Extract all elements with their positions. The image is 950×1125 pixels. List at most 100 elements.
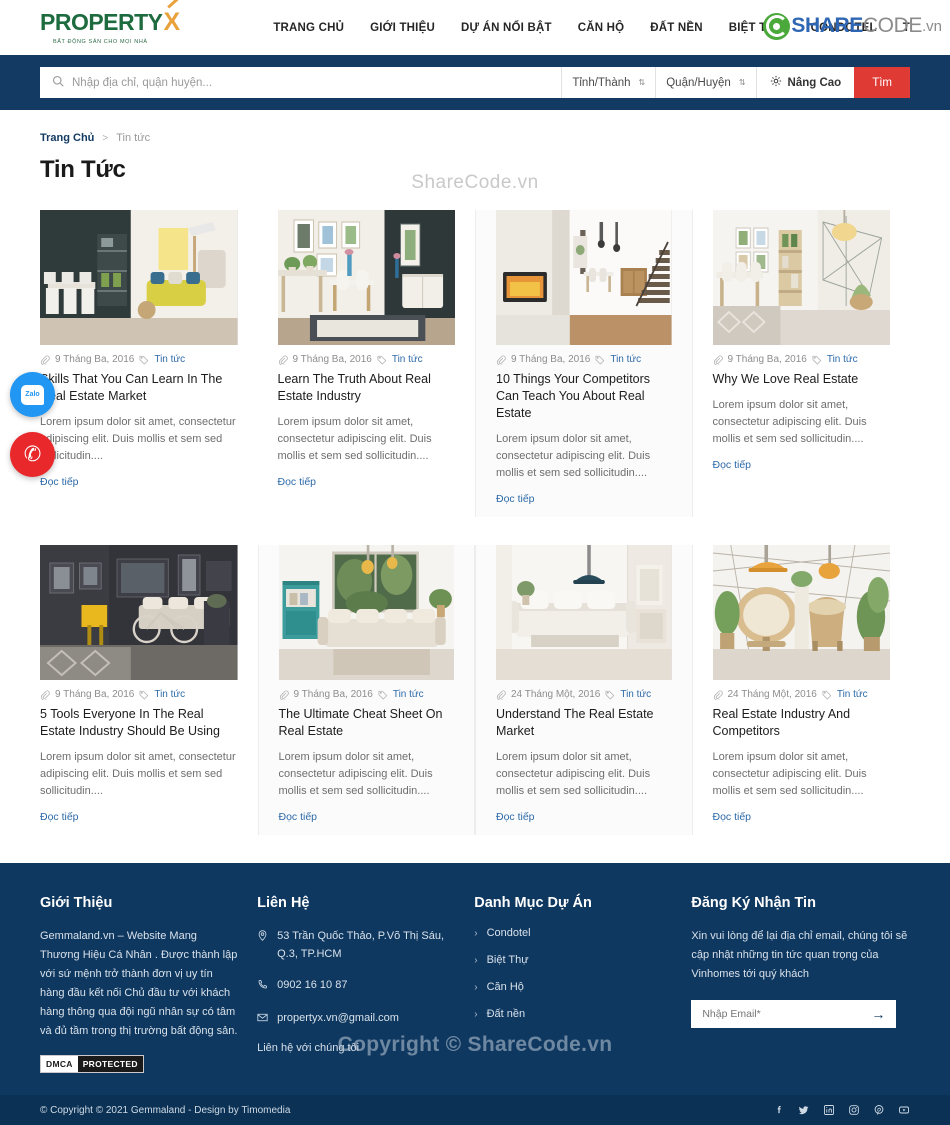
search-input[interactable] — [72, 76, 562, 89]
news-card-meta: 9 Tháng Ba, 2016 Tin tức — [40, 689, 238, 700]
province-select-label: Tỉnh/Thành — [572, 76, 631, 89]
site-logo[interactable]: PROPERTY X BẤT ĐỘNG SẢN CHO MỌI NHÀ — [40, 0, 213, 45]
news-card-thumbnail[interactable] — [496, 210, 672, 345]
search-input-wrapper — [40, 67, 563, 98]
arrow-right-icon[interactable]: → — [871, 1007, 885, 1021]
breadcrumb-separator-icon: > — [102, 132, 109, 144]
footer-contact-title: Liên Hệ — [257, 895, 310, 911]
news-card-title[interactable]: Learn The Truth About Real Estate Indust… — [278, 371, 456, 405]
news-card-date: 9 Tháng Ba, 2016 — [55, 354, 135, 365]
youtube-icon[interactable] — [898, 1104, 910, 1116]
zalo-icon: Zalo — [21, 384, 44, 405]
footer-contact-link[interactable]: Liên hệ với chúng tôi — [257, 1042, 456, 1054]
page-title: Tin Tức — [40, 156, 126, 183]
news-card-category[interactable]: Tin tức — [610, 354, 641, 365]
nav-item-apartments[interactable]: CĂN HỘ — [578, 22, 625, 34]
news-card-read-more-link[interactable]: Đọc tiếp — [278, 476, 317, 488]
news-card-title[interactable]: 5 Tools Everyone In The Real Estate Indu… — [40, 706, 238, 740]
chevron-right-icon: › — [474, 981, 478, 993]
news-card-thumbnail[interactable] — [712, 545, 890, 680]
footer-category-label: Condotel — [486, 927, 531, 939]
pinterest-icon[interactable] — [873, 1104, 885, 1116]
news-card-thumbnail[interactable] — [496, 545, 672, 680]
news-card-category[interactable]: Tin tức — [393, 689, 424, 700]
news-card-title[interactable]: The Ultimate Cheat Sheet On Real Estate — [279, 706, 455, 740]
news-card-meta: 9 Tháng Ba, 2016 Tin tức — [496, 354, 672, 365]
news-card-category[interactable]: Tin tức — [620, 689, 651, 700]
footer-category-land[interactable]: › Đất nền — [474, 1008, 673, 1020]
paperclip-icon — [496, 690, 506, 700]
news-card-category[interactable]: Tin tức — [154, 689, 185, 700]
footer-newsletter-column: Đăng Ký Nhận Tin Xin vui lòng để lại địa… — [691, 895, 910, 1073]
news-card-thumbnail[interactable] — [40, 210, 238, 345]
footer-category-label: Biệt Thự — [486, 954, 529, 966]
news-card-read-more-link[interactable]: Đọc tiếp — [40, 811, 79, 823]
footer-email-row[interactable]: propertyx.vn@gmail.com — [257, 1009, 456, 1029]
news-card-title[interactable]: Real Estate Industry And Competitors — [713, 706, 891, 740]
paperclip-icon — [40, 690, 50, 700]
footer-category-label: Căn Hộ — [486, 981, 524, 993]
news-card-read-more-link[interactable]: Đọc tiếp — [713, 459, 752, 471]
district-select[interactable]: Quận/Huyện ⇅ — [656, 67, 757, 98]
news-card-category[interactable]: Tin tức — [827, 354, 858, 365]
news-card-read-more-link[interactable]: Đọc tiếp — [496, 493, 535, 505]
content-area: Trang Chủ > Tin tức Tin Tức ShareCode.vn — [0, 110, 950, 863]
phone-call-button[interactable]: ✆ — [10, 432, 55, 477]
search-icon — [52, 74, 64, 92]
footer-address-row: 53 Trần Quốc Thảo, P.Võ Thị Sáu, Q.3, TP… — [257, 927, 456, 963]
breadcrumb-home-link[interactable]: Trang Chủ — [40, 132, 94, 144]
phone-icon — [257, 978, 268, 996]
news-card-read-more-link[interactable]: Đọc tiếp — [279, 811, 318, 823]
logo-text: PROPERTY — [40, 9, 163, 35]
twitter-icon[interactable] — [798, 1104, 810, 1116]
news-card-date: 9 Tháng Ba, 2016 — [511, 354, 591, 365]
footer-category-apartment[interactable]: › Căn Hộ — [474, 981, 673, 993]
news-card-category[interactable]: Tin tức — [837, 689, 868, 700]
news-card: 9 Tháng Ba, 2016 Tin tức 10 Things Your … — [475, 210, 693, 517]
news-card-meta: 24 Tháng Một, 2016 Tin tức — [496, 689, 672, 700]
news-card-excerpt: Lorem ipsum dolor sit amet, consectetur … — [40, 416, 236, 462]
news-card-category[interactable]: Tin tức — [392, 354, 423, 365]
newsletter-email-input[interactable] — [702, 1008, 872, 1020]
zalo-chat-button[interactable]: Zalo — [10, 372, 55, 417]
chevron-right-icon: › — [474, 927, 478, 939]
news-card-title[interactable]: Skills That You Can Learn In The Real Es… — [40, 371, 238, 405]
news-card-thumbnail[interactable] — [278, 545, 454, 680]
footer-category-villa[interactable]: › Biệt Thự — [474, 954, 673, 966]
news-card-grid-row-1: 9 Tháng Ba, 2016 Tin tức Skills That You… — [40, 210, 910, 545]
paperclip-icon — [713, 355, 723, 365]
sharecode-vn-text: .vn — [921, 17, 942, 35]
news-card-title[interactable]: 10 Things Your Competitors Can Teach You… — [496, 371, 672, 422]
instagram-icon[interactable] — [848, 1104, 860, 1116]
sharecode-share-text: SHARE — [791, 14, 863, 37]
logo-tagline: BẤT ĐỘNG SẢN CHO MỌI NHÀ — [53, 39, 148, 45]
news-card-thumbnail[interactable] — [40, 545, 238, 680]
nav-item-about[interactable]: GIỚI THIỆU — [370, 22, 435, 34]
province-select[interactable]: Tỉnh/Thành ⇅ — [562, 67, 657, 98]
footer-category-condotel[interactable]: › Condotel — [474, 927, 673, 939]
news-card-read-more-link[interactable]: Đọc tiếp — [713, 811, 752, 823]
news-card-thumbnail[interactable] — [712, 210, 890, 345]
recycle-icon — [763, 12, 791, 40]
footer-phone-text: 0902 16 10 87 — [277, 979, 348, 991]
site-header: PROPERTY X BẤT ĐỘNG SẢN CHO MỌI NHÀ TRAN… — [0, 0, 950, 55]
news-card-thumbnail[interactable] — [277, 210, 455, 345]
advanced-search-button[interactable]: Nâng Cao — [757, 67, 855, 98]
news-card-excerpt: Lorem ipsum dolor sit amet, consectetur … — [278, 751, 433, 797]
news-card-category[interactable]: Tin tức — [154, 354, 185, 365]
tag-icon — [822, 690, 832, 700]
nav-item-featured-projects[interactable]: DỰ ÁN NỔI BẬT — [461, 22, 552, 34]
footer-about-text: Gemmaland.vn – Website Mang Thương Hiệu … — [40, 930, 238, 1037]
paperclip-icon — [278, 355, 288, 365]
news-card-title[interactable]: Understand The Real Estate Market — [496, 706, 672, 740]
envelope-icon — [257, 1011, 268, 1029]
linkedin-icon[interactable] — [823, 1104, 835, 1116]
search-submit-button[interactable]: Tìm — [854, 67, 910, 98]
news-card-read-more-link[interactable]: Đọc tiếp — [496, 811, 535, 823]
dmca-protected-badge[interactable]: DMCA PROTECTED — [40, 1055, 144, 1073]
footer-phone-row[interactable]: 0902 16 10 87 — [257, 976, 456, 996]
nav-item-land[interactable]: ĐẤT NỀN — [650, 22, 703, 34]
facebook-icon[interactable] — [773, 1104, 785, 1116]
nav-item-home[interactable]: TRANG CHỦ — [273, 22, 344, 34]
news-card-title[interactable]: Why We Love Real Estate — [713, 371, 891, 388]
